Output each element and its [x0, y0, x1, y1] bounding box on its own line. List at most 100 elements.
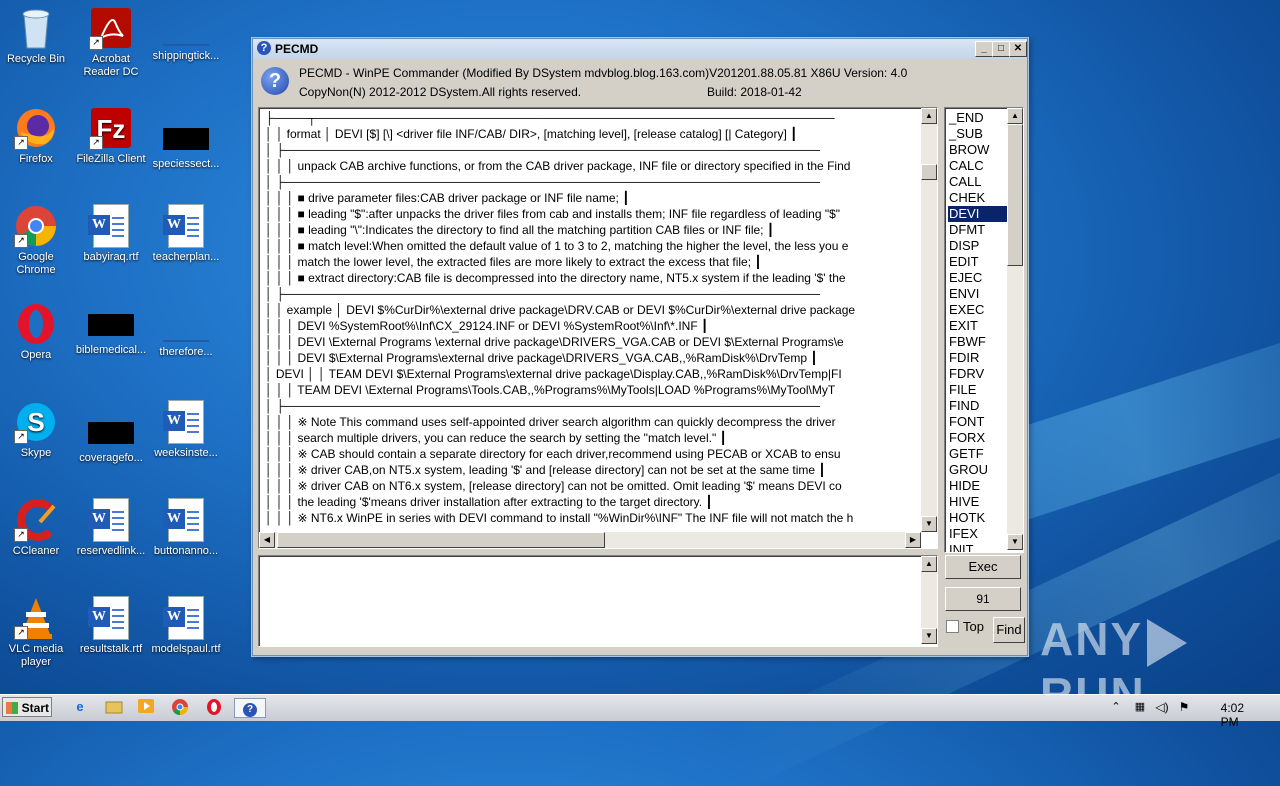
- desktop-icon-filezilla[interactable]: Fz ↗ FileZilla Client: [75, 106, 147, 166]
- desktop-icon-recycle-bin[interactable]: Recycle Bin: [0, 6, 72, 66]
- desktop-icon-skype[interactable]: S ↗ Skype: [0, 400, 72, 460]
- desktop-icon-coveragefo[interactable]: coveragefo...: [75, 400, 147, 465]
- desktop-icon-label: Recycle Bin: [6, 53, 66, 65]
- command-list[interactable]: _END _SUB BROW CALC CALL CHEK DEVI DFMT DISP EDIT…: [944, 107, 1024, 553]
- help-text-line: │ │ │ search multiple drivers, you can r…: [265, 431, 727, 445]
- command-input-text[interactable]: [263, 560, 917, 642]
- command-item-getf[interactable]: GETF: [948, 446, 1007, 462]
- command-item-fdrv[interactable]: FDRV: [948, 366, 1007, 382]
- scroll-up-button[interactable]: ▲: [1007, 108, 1023, 124]
- desktop-icon-therefore[interactable]: therefore...: [150, 302, 222, 359]
- command-item-ejec[interactable]: EJEC: [948, 270, 1007, 286]
- desktop-icon-modelspaul[interactable]: W modelspaul.rtf: [150, 596, 222, 656]
- command-item-fbwf[interactable]: FBWF: [948, 334, 1007, 350]
- horizontal-scroll-thumb[interactable]: [277, 532, 605, 548]
- ie-icon[interactable]: e: [70, 698, 90, 716]
- show-hidden-icons[interactable]: ⌃: [1106, 698, 1126, 716]
- command-item-envi[interactable]: ENVI: [948, 286, 1007, 302]
- desktop-icon-label: babyiraq.rtf: [83, 251, 139, 263]
- command-item-dfmt[interactable]: DFMT: [948, 222, 1007, 238]
- action-center-flag-icon[interactable]: ⚑: [1174, 698, 1194, 716]
- command-item-init[interactable]: INIT: [948, 542, 1007, 552]
- top-checkbox[interactable]: [946, 620, 959, 633]
- command-item-end[interactable]: _END: [948, 110, 1007, 126]
- maximize-button[interactable]: □: [992, 41, 1010, 57]
- pecmd-taskbar-button[interactable]: ?: [234, 698, 266, 718]
- chrome-taskbar-icon[interactable]: [170, 698, 190, 716]
- scroll-right-button[interactable]: ▶: [905, 532, 921, 548]
- desktop-icon-resultstalk[interactable]: W resultstalk.rtf: [75, 596, 147, 656]
- title-bar[interactable]: ? PECMD _ □ ✕: [253, 39, 1027, 59]
- desktop-icon-buttonanno[interactable]: W buttonanno...: [150, 498, 222, 558]
- command-item-hide[interactable]: HIDE: [948, 478, 1007, 494]
- ccleaner-icon: ↗: [14, 498, 58, 542]
- scroll-down-button[interactable]: ▼: [921, 516, 937, 532]
- command-item-hive[interactable]: HIVE: [948, 494, 1007, 510]
- desktop-icon-teacherplan[interactable]: W teacherplan...: [150, 204, 222, 264]
- opera-taskbar-icon[interactable]: [204, 698, 224, 716]
- desktop-icon-label: speciessect...: [152, 158, 220, 170]
- horizontal-scrollbar[interactable]: ◀ ▶: [259, 532, 921, 548]
- command-item-exec[interactable]: EXEC: [948, 302, 1007, 318]
- command-item-edit[interactable]: EDIT: [948, 254, 1007, 270]
- volume-icon[interactable]: ◁): [1152, 698, 1172, 716]
- scroll-thumb[interactable]: [1007, 124, 1023, 266]
- command-item-exit[interactable]: EXIT: [948, 318, 1007, 334]
- command-item-sub[interactable]: _SUB: [948, 126, 1007, 142]
- scroll-up-button[interactable]: ▲: [921, 556, 937, 572]
- command-item-call[interactable]: CALL: [948, 174, 1007, 190]
- command-item-forx[interactable]: FORX: [948, 430, 1007, 446]
- command-item-disp[interactable]: DISP: [948, 238, 1007, 254]
- media-player-icon[interactable]: [136, 698, 156, 716]
- help-text-pane[interactable]: ├────┬──────────────────────────────────…: [258, 107, 938, 549]
- scroll-down-button[interactable]: ▼: [1007, 534, 1023, 550]
- minimize-button[interactable]: _: [975, 41, 993, 57]
- help-text-line: │ │ │ ■ leading "\":Indicates the direct…: [265, 223, 775, 237]
- help-text-line: │ │ │ ■ leading "$":after unpacks the dr…: [265, 207, 841, 221]
- count-field[interactable]: 91: [945, 587, 1021, 611]
- scroll-down-button[interactable]: ▼: [921, 628, 937, 644]
- command-list-scrollbar[interactable]: ▲ ▼: [1007, 108, 1023, 550]
- desktop-icon-vlc[interactable]: ↗ VLC media player: [0, 596, 72, 669]
- exec-button[interactable]: Exec: [945, 555, 1021, 579]
- input-scrollbar[interactable]: ▲ ▼: [921, 556, 937, 644]
- desktop-icon-ccleaner[interactable]: ↗ CCleaner: [0, 498, 72, 558]
- desktop-icon-babyiraq[interactable]: W babyiraq.rtf: [75, 204, 147, 264]
- command-item-hotk[interactable]: HOTK: [948, 510, 1007, 526]
- desktop-icon-reservedlink[interactable]: W reservedlink...: [75, 498, 147, 558]
- desktop-icon-shippingtick[interactable]: shippingtick...: [150, 6, 222, 63]
- command-item-chek[interactable]: CHEK: [948, 190, 1007, 206]
- desktop-icon-acrobat[interactable]: ↗ Acrobat Reader DC: [75, 6, 147, 79]
- desktop-icon-opera[interactable]: Opera: [0, 302, 72, 362]
- explorer-icon[interactable]: [104, 698, 124, 716]
- file-thumbnail-icon: [163, 44, 209, 46]
- desktop-icon-weeksinste[interactable]: W weeksinste...: [150, 400, 222, 460]
- desktop-icon-google-chrome[interactable]: ↗ Google Chrome: [0, 204, 72, 277]
- command-item-find[interactable]: FIND: [948, 398, 1007, 414]
- shortcut-arrow-icon: ↗: [14, 234, 28, 248]
- start-button[interactable]: Start: [2, 697, 52, 717]
- command-item-grou[interactable]: GROU: [948, 462, 1007, 478]
- scroll-left-button[interactable]: ◀: [259, 532, 275, 548]
- command-item-font[interactable]: FONT: [948, 414, 1007, 430]
- desktop-icon-speciessect[interactable]: speciessect...: [150, 106, 222, 171]
- clock[interactable]: 4:02 PM: [1221, 701, 1244, 729]
- command-item-fdir[interactable]: FDIR: [948, 350, 1007, 366]
- desktop-icon-firefox[interactable]: ↗ Firefox: [0, 106, 72, 166]
- close-button[interactable]: ✕: [1009, 41, 1027, 57]
- desktop-icon-label: resultstalk.rtf: [79, 643, 143, 655]
- command-item-brow[interactable]: BROW: [948, 142, 1007, 158]
- scroll-thumb[interactable]: [921, 164, 937, 180]
- desktop-icon-label: Acrobat Reader DC: [83, 53, 139, 78]
- play-logo-icon: [1147, 618, 1188, 667]
- desktop-icon-biblemedical[interactable]: biblemedical...: [75, 302, 147, 357]
- command-item-file[interactable]: FILE: [948, 382, 1007, 398]
- command-input-area[interactable]: ▲ ▼: [258, 555, 938, 647]
- command-item-ifex[interactable]: IFEX: [948, 526, 1007, 542]
- scroll-up-button[interactable]: ▲: [921, 108, 937, 124]
- command-item-calc[interactable]: CALC: [948, 158, 1007, 174]
- network-icon[interactable]: ▦: [1130, 698, 1150, 716]
- command-item-devi[interactable]: DEVI: [948, 206, 1007, 222]
- find-button[interactable]: Find: [993, 617, 1025, 643]
- vertical-scrollbar[interactable]: ▲ ▼: [921, 108, 937, 532]
